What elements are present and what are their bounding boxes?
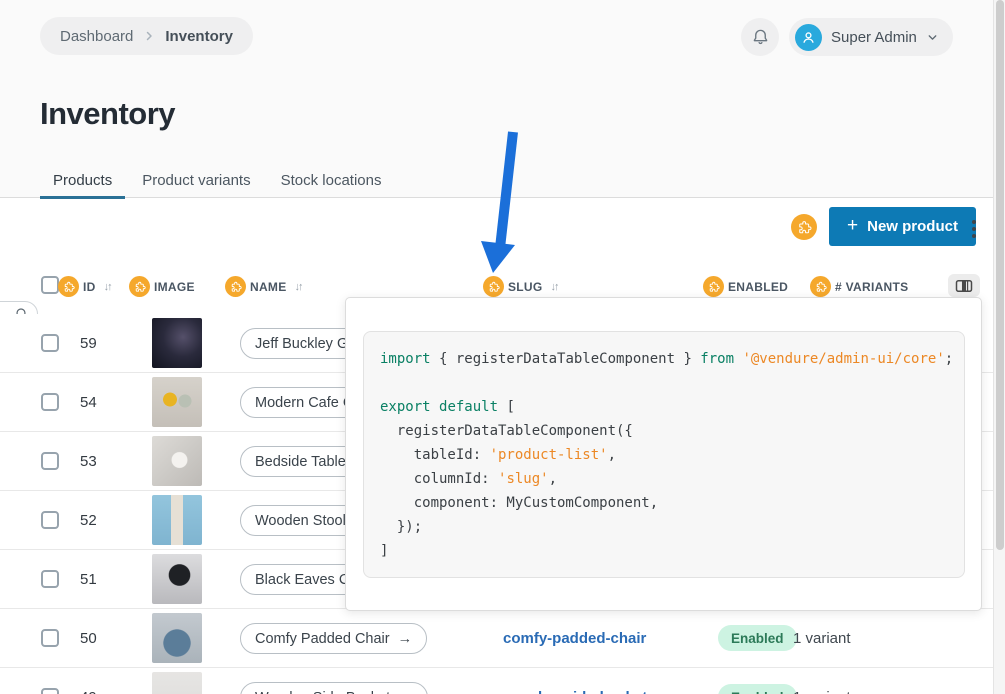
variant-count: 1 variant: [793, 630, 851, 647]
chevron-right-icon: [143, 30, 155, 42]
product-image: [152, 613, 202, 663]
product-id: 52: [80, 512, 97, 529]
column-picker-button[interactable]: [948, 274, 980, 297]
user-menu[interactable]: Super Admin: [789, 18, 953, 56]
sort-icon[interactable]: ↓↑: [104, 281, 111, 293]
header-row-left: [41, 276, 59, 294]
product-id: 59: [80, 335, 97, 352]
extension-puzzle-icon: [703, 276, 724, 297]
row-checkbox[interactable]: [41, 334, 59, 352]
page-title: Inventory: [40, 96, 175, 132]
bell-icon: [751, 28, 770, 47]
select-all-checkbox[interactable]: [41, 276, 59, 294]
product-slug-link[interactable]: comfy-padded-chair: [503, 630, 646, 647]
variant-count: 1 variant: [793, 689, 851, 694]
product-image: [152, 554, 202, 604]
user-name: Super Admin: [831, 29, 917, 46]
breadcrumb-dashboard-link[interactable]: Dashboard: [60, 28, 133, 45]
scrollbar-thumb[interactable]: [996, 0, 1004, 550]
chevron-down-icon: [926, 31, 939, 44]
sort-icon[interactable]: ↓↑: [295, 281, 302, 293]
code-block: import { registerDataTableComponent } fr…: [363, 331, 965, 578]
table-row: 50 Comfy Padded Chair → comfy-padded-cha…: [0, 609, 1005, 668]
product-name-button[interactable]: Wooden Side Basket →: [240, 682, 428, 694]
row-checkbox[interactable]: [41, 629, 59, 647]
column-variants-label: # VARIANTS: [835, 280, 908, 294]
scrollbar[interactable]: [993, 0, 1005, 694]
column-name-label: NAME: [250, 280, 287, 294]
row-checkbox[interactable]: [41, 511, 59, 529]
column-slug-label: SLUG: [508, 280, 543, 294]
tab-stock-locations[interactable]: Stock locations: [268, 163, 395, 198]
product-image: [152, 318, 202, 368]
row-checkbox[interactable]: [41, 688, 59, 694]
product-id: 50: [80, 630, 97, 647]
row-checkbox[interactable]: [41, 393, 59, 411]
column-name: NAME ↓↑: [225, 276, 302, 297]
breadcrumb-current: Inventory: [165, 28, 233, 45]
product-slug-link[interactable]: wooden-side-basket: [503, 689, 647, 694]
extension-puzzle-icon: [483, 276, 504, 297]
enabled-badge: Enabled: [718, 684, 797, 694]
tab-products[interactable]: Products: [40, 163, 125, 198]
product-image: [152, 377, 202, 427]
new-product-button[interactable]: + New product: [829, 207, 976, 246]
avatar: [795, 24, 822, 51]
inventory-page: Dashboard Inventory Super Admin Inventor…: [0, 0, 1005, 694]
row-checkbox[interactable]: [41, 570, 59, 588]
columns-icon: [955, 279, 973, 293]
extension-puzzle-icon[interactable]: [791, 214, 817, 240]
row-checkbox[interactable]: [41, 452, 59, 470]
tab-product-variants[interactable]: Product variants: [129, 163, 263, 198]
column-slug: SLUG ↓↑: [483, 276, 558, 297]
column-id: ID ↓↑: [58, 276, 111, 297]
product-image: [152, 436, 202, 486]
new-product-label: New product: [867, 218, 958, 235]
column-image-label: IMAGE: [154, 280, 195, 294]
extension-puzzle-icon: [810, 276, 831, 297]
column-image: IMAGE: [129, 276, 195, 297]
code-popup: import { registerDataTableComponent } fr…: [345, 297, 982, 611]
product-image: [152, 672, 202, 694]
product-name-label: Jeff Buckley G: [255, 336, 348, 352]
product-name-label: Wooden Stool: [255, 513, 346, 529]
product-name-label: Black Eaves C: [255, 572, 349, 588]
column-variants: # VARIANTS: [810, 276, 908, 297]
column-id-label: ID: [83, 280, 96, 294]
page-header: Dashboard Inventory Super Admin Inventor…: [0, 0, 1005, 198]
column-enabled-label: ENABLED: [728, 280, 788, 294]
column-enabled: ENABLED: [703, 276, 788, 297]
product-name-label: Wooden Side Basket: [255, 690, 390, 694]
product-name-label: Modern Cafe C: [255, 395, 353, 411]
tab-bar: Products Product variants Stock location…: [40, 163, 398, 198]
product-image: [152, 495, 202, 545]
product-name-label: Bedside Table: [255, 454, 346, 470]
plus-icon: +: [847, 216, 858, 235]
product-id: 51: [80, 571, 97, 588]
product-name-button[interactable]: Comfy Padded Chair →: [240, 623, 427, 654]
product-id: 54: [80, 394, 97, 411]
table-row: 49 Wooden Side Basket → wooden-side-bask…: [0, 668, 1005, 694]
kebab-menu-icon[interactable]: [966, 216, 982, 242]
sort-icon[interactable]: ↓↑: [551, 281, 558, 293]
arrow-right-icon: →: [398, 690, 413, 694]
enabled-badge: Enabled: [718, 625, 797, 651]
product-id: 49: [80, 689, 97, 694]
extension-puzzle-icon: [58, 276, 79, 297]
breadcrumb[interactable]: Dashboard Inventory: [40, 17, 253, 55]
product-id: 53: [80, 453, 97, 470]
product-name-label: Comfy Padded Chair: [255, 631, 390, 647]
extension-puzzle-icon: [225, 276, 246, 297]
arrow-right-icon: →: [398, 631, 413, 647]
notifications-button[interactable]: [741, 18, 779, 56]
extension-puzzle-icon: [129, 276, 150, 297]
